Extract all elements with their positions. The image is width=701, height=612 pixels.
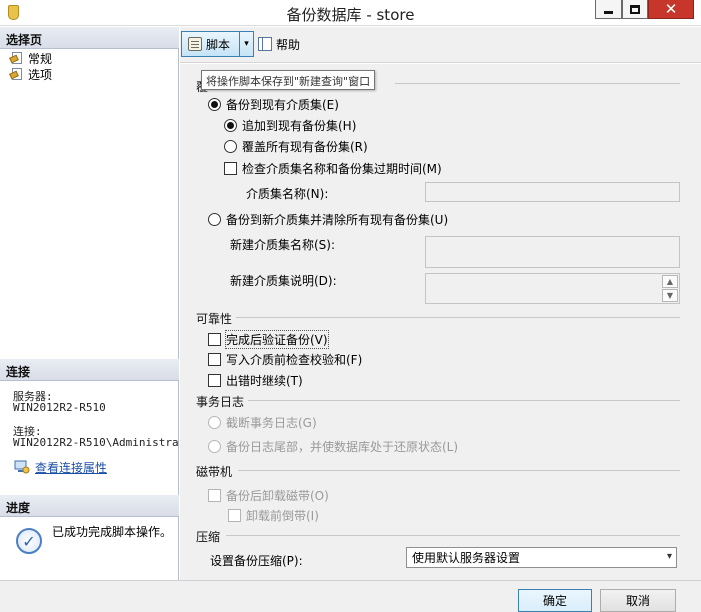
radio-button[interactable] [224,140,237,153]
overwrite-all-option[interactable]: 覆盖所有现有备份集(R) [224,138,368,155]
option-label: 卸载前倒带(I) [246,509,319,523]
media-set-name-field[interactable] [425,182,680,202]
chevron-down-icon: ▾ [666,551,672,562]
tail-log-option[interactable]: 备份日志尾部，并使数据库处于还原状态(L) [208,438,458,455]
reliability-title: 可靠性 [196,312,233,326]
page-item-label: 常规 [28,51,53,66]
compression-select-value: 使用默认服务器设置 [412,551,521,565]
chevron-down-icon: ▾ [244,39,249,49]
radio-button[interactable] [208,213,221,226]
tape-title: 磁带机 [196,465,233,479]
scroll-down-button[interactable]: ▼ [662,289,678,302]
option-label: 出错时继续(T) [226,374,303,388]
connection-header: 连接 [0,359,179,381]
group-divider [238,470,680,471]
media-set-name-label: 介质集名称(N): [246,187,329,201]
continue-on-error-option[interactable]: 出错时继续(T) [208,372,303,389]
option-label: 备份后卸载磁带(O) [226,489,329,503]
dialog-footer [0,580,701,612]
help-icon [258,37,272,51]
select-page-header: 选择页 [0,27,179,49]
option-label: 备份日志尾部，并使数据库处于还原状态(L) [226,440,459,454]
check-media-name-option[interactable]: 检查介质集名称和备份集过期时间(M) [224,160,442,177]
option-label: 追加到现有备份集(H) [242,119,357,133]
script-icon [188,37,202,51]
option-label: 备份到新介质集并清除所有现有备份集(U) [226,213,449,227]
verify-after-option[interactable]: 完成后验证备份(V) [208,330,329,349]
maximize-icon [630,4,640,14]
checkbox[interactable] [208,353,221,366]
page-item-options[interactable]: 选项 [9,66,53,82]
help-button[interactable]: 帮助 [258,33,300,55]
cancel-button[interactable]: 取消 [600,589,676,612]
backup-new-media-option[interactable]: 备份到新介质集并清除所有现有备份集(U) [208,211,448,228]
truncate-log-option[interactable]: 截断事务日志(G) [208,414,317,431]
script-dropdown-button[interactable]: ▾ [239,31,254,57]
check-icon: ✓ [16,528,42,554]
option-label: 写入介质前检查校验和(F) [226,353,363,367]
radio-button[interactable] [208,440,221,453]
checkbox[interactable] [224,162,237,175]
page-icon [9,52,24,64]
close-icon: ✕ [664,0,678,18]
radio-button[interactable] [208,416,221,429]
new-media-set-desc-field[interactable] [425,273,680,304]
script-tooltip: 将操作脚本保存到"新建查询"窗口 [201,70,376,90]
script-button-label: 脚本 [206,37,231,52]
page-item-label: 选项 [28,67,53,82]
connection-value: WIN2012R2-R510\Administrato [13,436,178,449]
checkbox[interactable] [208,374,221,387]
option-label: 备份到现有介质集(E) [226,98,339,112]
radio-button[interactable] [224,119,237,132]
chevron-down-icon: ▼ [666,291,674,300]
chevron-up-icon: ▲ [666,277,674,286]
option-label: 检查介质集名称和备份集过期时间(M) [242,162,442,176]
group-divider [395,83,680,84]
page-item-general[interactable]: 常规 [9,50,53,66]
option-label: 截断事务日志(G) [226,416,317,430]
backup-existing-media-option[interactable]: 备份到现有介质集(E) [208,96,339,113]
radio-button[interactable] [208,98,221,111]
compression-title: 压缩 [196,530,221,544]
checksum-option[interactable]: 写入介质前检查校验和(F) [208,351,362,368]
group-divider [226,535,680,536]
script-button[interactable]: 脚本 [181,31,241,57]
progress-header: 进度 [0,495,179,517]
option-label: 覆盖所有现有备份集(R) [242,140,368,154]
new-media-set-name-label: 新建介质集名称(S): [230,238,336,252]
server-value: WIN2012R2-R510 [13,401,106,414]
close-button[interactable]: ✕ [648,0,694,19]
properties-icon [14,460,30,474]
new-media-set-name-field[interactable] [425,236,680,268]
option-label: 完成后验证备份(V) [225,330,329,349]
ok-button[interactable]: 确定 [518,589,592,612]
page-icon [9,68,24,80]
minimize-icon [604,11,613,14]
compression-select[interactable]: 使用默认服务器设置 ▾ [406,547,677,568]
compression-setting-label: 设置备份压缩(P): [210,554,303,568]
rewind-tape-option[interactable]: 卸载前倒带(I) [228,507,319,524]
unload-tape-option[interactable]: 备份后卸载磁带(O) [208,487,329,504]
minimize-button[interactable] [595,0,622,19]
progress-status: 已成功完成脚本操作。 [52,525,173,539]
transaction-log-title: 事务日志 [196,395,245,409]
view-connection-properties-link[interactable]: 查看连接属性 [35,459,107,476]
new-media-set-desc-label: 新建介质集说明(D): [230,274,337,288]
scroll-up-button[interactable]: ▲ [662,275,678,288]
help-button-label: 帮助 [276,37,301,52]
checkbox[interactable] [208,489,221,502]
group-divider [236,317,680,318]
append-existing-option[interactable]: 追加到现有备份集(H) [224,117,356,134]
checkbox[interactable] [208,333,221,346]
group-divider [248,400,680,401]
maximize-button[interactable] [622,0,648,19]
checkbox[interactable] [228,509,241,522]
